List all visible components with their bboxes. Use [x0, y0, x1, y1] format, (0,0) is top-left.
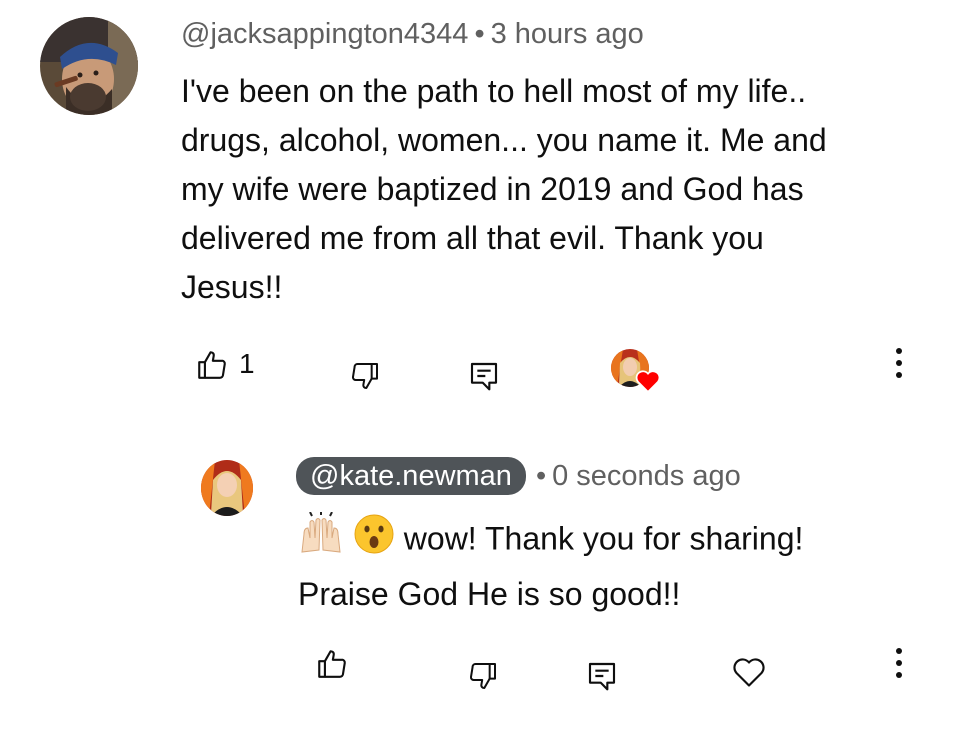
thumbs-up-icon: [315, 647, 349, 681]
reply-icon: [586, 660, 618, 692]
author-handle[interactable]: @jacksappington4344: [181, 18, 468, 50]
meta-separator: •: [535, 460, 547, 492]
comment-meta: @jacksappington4344 • 3 hours ago: [181, 17, 644, 51]
thumbs-down-icon: [467, 660, 499, 692]
author-handle-badge[interactable]: @kate.newman: [296, 457, 526, 495]
like-button[interactable]: [192, 345, 232, 385]
comment-time: 3 hours ago: [490, 18, 644, 50]
comment-line: I've been on the path to hell most of my…: [181, 73, 807, 109]
thumbs-down-icon: [349, 360, 381, 392]
comment-line: delivered me from all that evil. Thank y…: [181, 220, 764, 256]
astonished-face-emoji: [353, 513, 395, 569]
comment-line: my wife were baptized in 2019 and God ha…: [181, 171, 804, 207]
more-vertical-icon: [896, 372, 902, 378]
reply-text: wow! Thank you for sharing!: [403, 520, 804, 557]
comment-line: Praise God He is so good!!: [298, 576, 681, 612]
more-button[interactable]: [893, 648, 905, 678]
heart-icon: [635, 369, 661, 398]
comment-line: drugs, alcohol, women... you name it. Me…: [181, 122, 827, 158]
like-button[interactable]: [312, 644, 352, 684]
comment-body: I've been on the path to hell most of my…: [181, 67, 827, 312]
raising-hands-emoji: [298, 511, 344, 570]
dislike-button[interactable]: [345, 356, 385, 396]
avatar[interactable]: [40, 17, 138, 115]
reply-button[interactable]: [464, 356, 504, 396]
more-vertical-icon: [896, 348, 902, 354]
heart-outline-icon: [732, 656, 766, 688]
comment-line: wow! Thank you for sharing!: [298, 511, 804, 570]
meta-separator: •: [474, 18, 485, 50]
reply-button[interactable]: [582, 656, 622, 696]
creator-heart-avatar[interactable]: [611, 349, 663, 395]
more-button[interactable]: [893, 348, 905, 378]
comment-body: wow! Thank you for sharing! Praise God H…: [298, 511, 804, 619]
avatar[interactable]: [201, 460, 253, 516]
more-vertical-icon: [896, 660, 902, 666]
more-vertical-icon: [896, 360, 902, 366]
reply-icon: [468, 360, 500, 392]
thumbs-up-icon: [195, 348, 229, 382]
comment-meta: @kate.newman • 0 seconds ago: [296, 457, 741, 495]
heart-button[interactable]: [728, 651, 770, 693]
more-vertical-icon: [896, 672, 902, 678]
more-vertical-icon: [896, 648, 902, 654]
like-count: 1: [239, 348, 255, 379]
dislike-button[interactable]: [463, 656, 503, 696]
comment-line: Jesus!!: [181, 269, 283, 305]
comment-time: 0 seconds ago: [552, 460, 741, 492]
